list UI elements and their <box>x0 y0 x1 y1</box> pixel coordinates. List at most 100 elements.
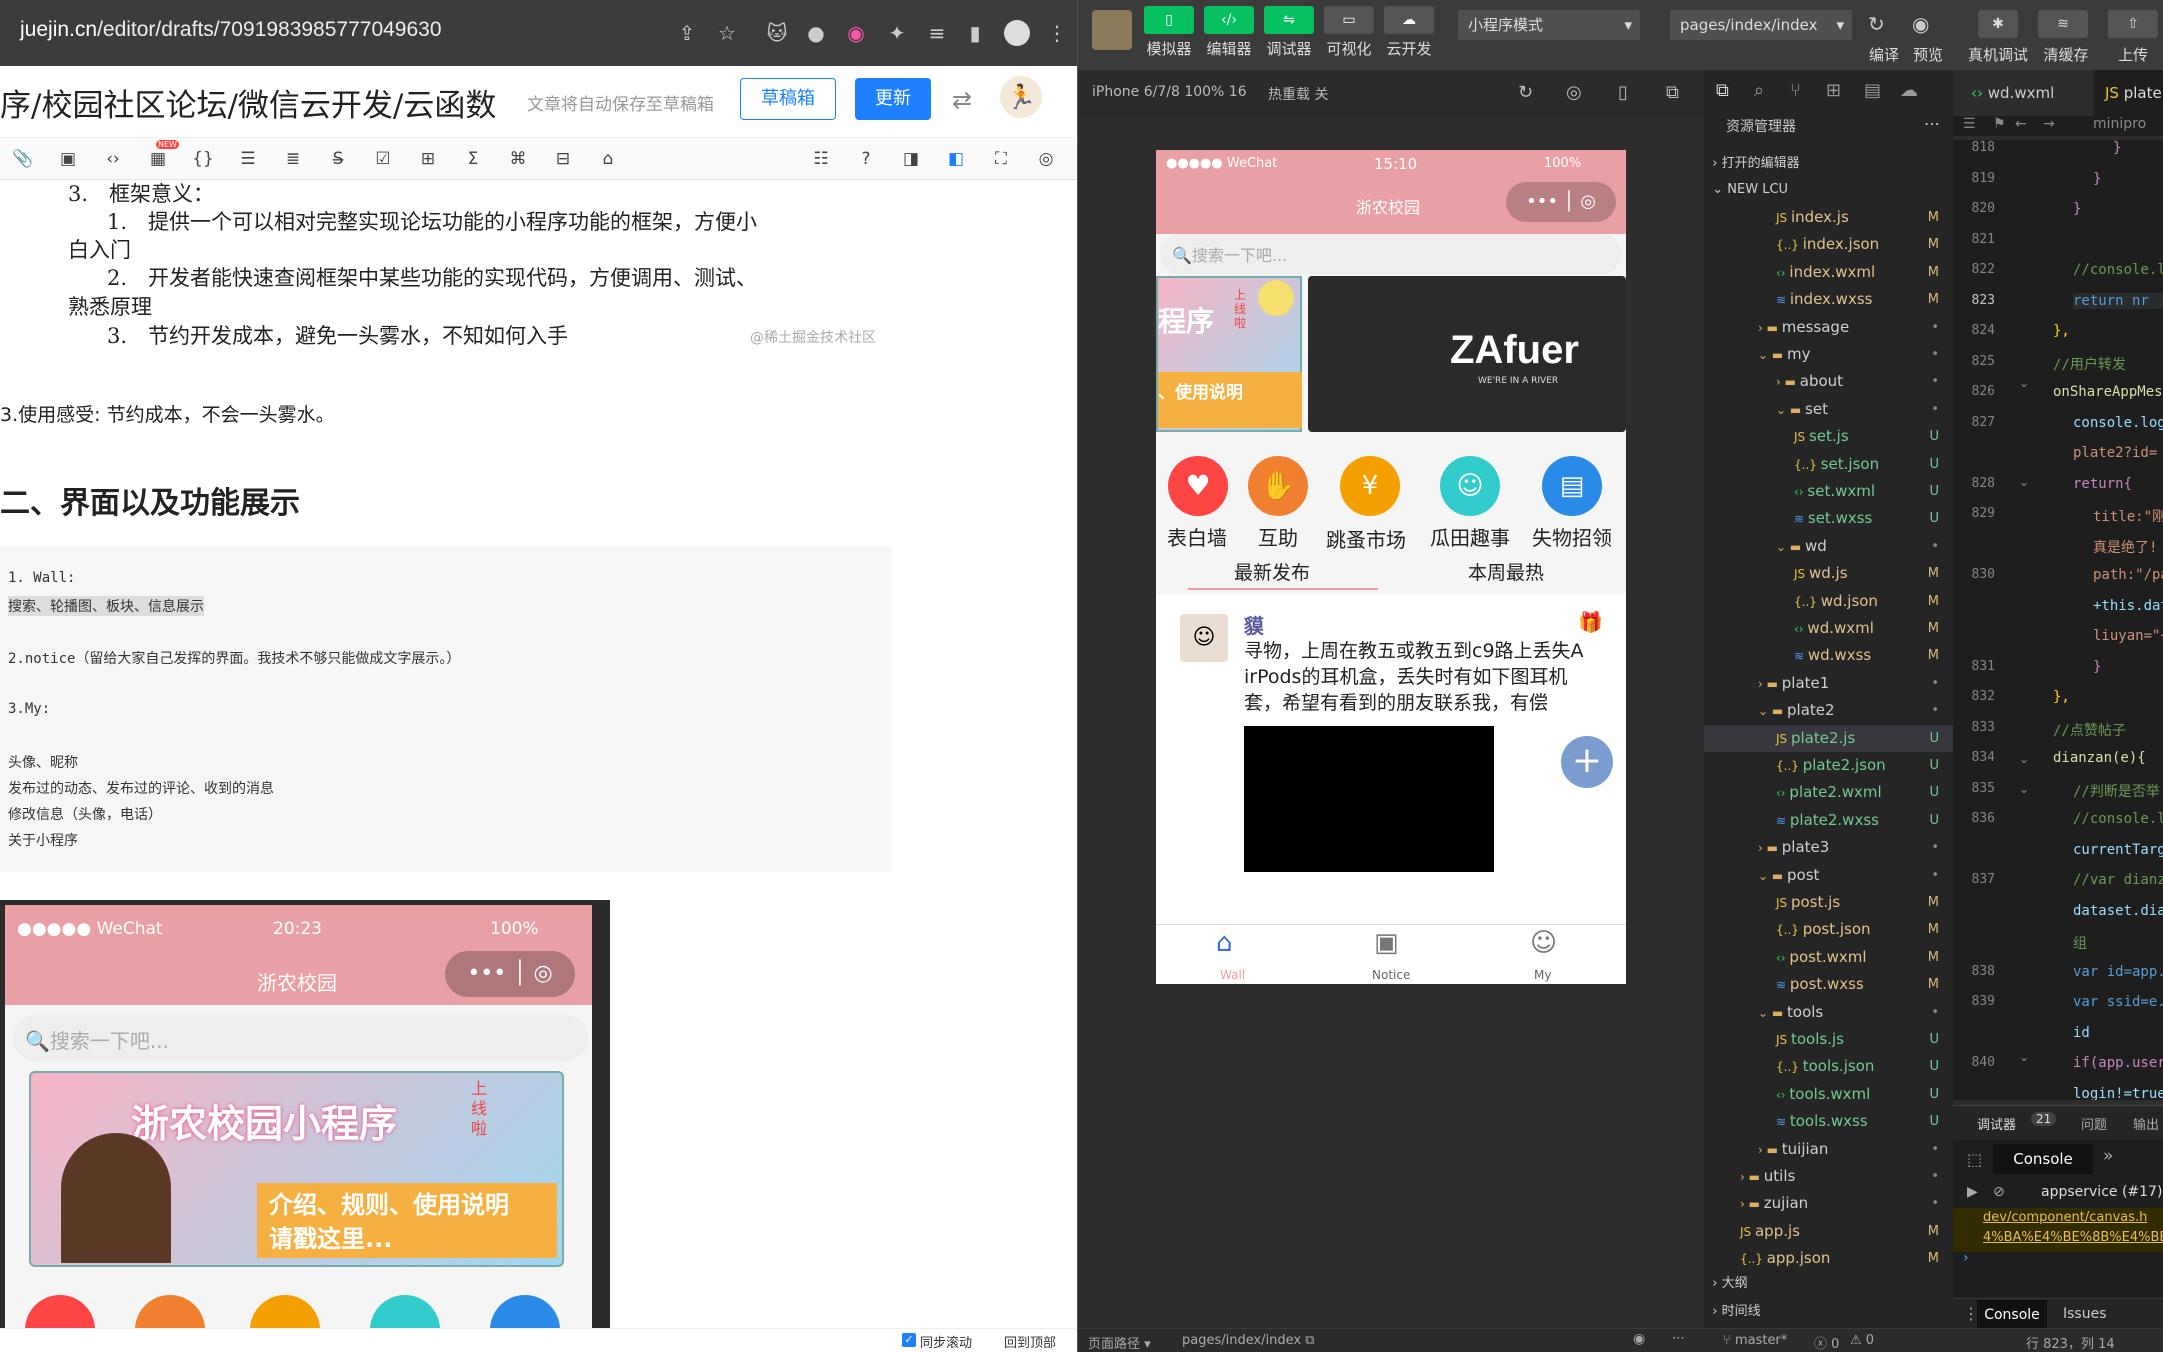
refresh-icon[interactable]: ↻ <box>1518 82 1533 103</box>
diagram-icon[interactable]: ⌘ <box>505 146 531 172</box>
home-icon[interactable]: ⌂ <box>1216 928 1233 958</box>
code-editor[interactable]: 818} 819} 820} 821 822 //console.l 823 return n… <box>1953 140 2163 1100</box>
code-line[interactable]: plate2?id= <box>2073 445 2157 461</box>
fold-icon[interactable]: ⌄ <box>2019 782 2029 796</box>
braces-icon[interactable]: {} <box>190 146 216 172</box>
simulator-button[interactable]: ▯ 模拟器 <box>1140 6 1198 59</box>
console-link[interactable]: dev/component/canvas.h <box>1983 1210 2147 1225</box>
tree-item[interactable]: {..} app.json M <box>1704 1245 1953 1272</box>
tree-item[interactable]: ⌄ ▬ tools • <box>1704 999 1953 1026</box>
more-icon[interactable]: ⋯ <box>1924 116 1940 133</box>
table-icon[interactable]: ⊞ <box>415 146 441 172</box>
tree-item[interactable]: {..} wd.json M <box>1704 588 1953 615</box>
hot-reload-toggle[interactable]: 热重载 关 <box>1268 84 1328 104</box>
update-button[interactable]: 更新 <box>855 78 931 120</box>
calendar-icon[interactable]: ▦ <box>145 146 171 172</box>
category-label[interactable]: 瓜田趣事 <box>1430 522 1510 551</box>
page-select[interactable]: pages/index/index ▾ <box>1670 10 1852 40</box>
category-label[interactable]: 表白墙 <box>1167 522 1227 551</box>
github-icon[interactable]: ◎ <box>1033 146 1059 172</box>
git-branch[interactable]: ⑂ master* <box>1723 1333 1787 1348</box>
star-icon[interactable]: ☆ <box>714 20 740 46</box>
upload-icon[interactable]: ⇧ <box>2108 10 2158 38</box>
compile-icon[interactable]: ↻ <box>1868 12 1885 36</box>
code-line[interactable]: path:"/pa <box>2093 567 2163 583</box>
tree-item[interactable]: ≋ set.wxss U <box>1704 505 1953 532</box>
tree-item[interactable]: › ▬ zujian • <box>1704 1190 1953 1217</box>
error-count[interactable]: ⓧ 0 <box>1814 1333 1839 1352</box>
layers-icon[interactable]: ≋ <box>2038 10 2088 38</box>
formula-icon[interactable]: Σ <box>460 146 486 172</box>
code-line[interactable]: //var dianz <box>2073 872 2163 888</box>
tree-item[interactable]: JS app.js M <box>1704 1218 1953 1245</box>
code-line[interactable]: login!=true <box>2073 1086 2163 1101</box>
post-video[interactable] <box>1244 726 1494 872</box>
attachment-icon[interactable]: 📎 <box>10 146 36 172</box>
tree-item[interactable]: ‹› plate2.wxml U <box>1704 779 1953 806</box>
bug-icon[interactable]: ✱ <box>1978 10 2018 38</box>
issues-tab[interactable]: Issues <box>2063 1306 2107 1322</box>
tree-item[interactable]: ‹› post.wxml M <box>1704 944 1953 971</box>
tree-item[interactable]: › ▬ message • <box>1704 314 1953 341</box>
capsule-menu-icon[interactable]: ••• │ ◎ <box>1506 182 1616 222</box>
strikethrough-icon[interactable]: S̶ <box>325 146 351 172</box>
tree-item[interactable]: ‹› set.wxml U <box>1704 478 1953 505</box>
tab-plate2-js[interactable]: JS plate <box>2095 70 2163 116</box>
extension-cat-icon[interactable]: 🐱 <box>764 20 790 46</box>
help-hands-icon[interactable]: ✋ <box>1248 456 1308 516</box>
page-path-label[interactable]: 页面路径 ▾ <box>1088 1333 1151 1352</box>
console-link[interactable]: 4%BA%E4%BE%8B%E4%BB%A3 <box>1983 1230 2163 1245</box>
profile-avatar[interactable] <box>1004 20 1030 46</box>
code-line[interactable]: title:"刚 <box>2093 506 2163 526</box>
clear-cache-button[interactable]: 清缓存 <box>2038 44 2094 65</box>
visual-button[interactable]: ▭ 可视化 <box>1320 6 1378 59</box>
code-line[interactable]: } <box>2093 659 2101 675</box>
code-line[interactable]: 真是绝了! <box>2093 537 2157 557</box>
stop-icon[interactable]: ◎ <box>1566 82 1582 103</box>
code-line[interactable]: }, <box>2053 323 2070 339</box>
extension-record-icon[interactable]: ◉ <box>843 20 869 46</box>
phone-icon[interactable]: ▯ <box>1618 82 1628 103</box>
extension-icon[interactable]: ● <box>803 20 829 46</box>
swiper-current[interactable]: ZAfuer WE'RE IN A RIVER <box>1308 276 1626 432</box>
more-tabs-icon[interactable]: » <box>2103 1146 2113 1166</box>
tree-item[interactable]: › ▬ plate3 • <box>1704 834 1953 861</box>
storage-icon[interactable]: ▤ <box>1864 80 1881 101</box>
share-icon[interactable]: ⇪ <box>674 20 700 46</box>
outline-section[interactable]: › 大纲 <box>1704 1270 1953 1297</box>
tree-item[interactable]: ‹› tools.wxml U <box>1704 1081 1953 1108</box>
preview-button[interactable]: 预览 <box>1908 44 1948 65</box>
code-line[interactable]: } <box>2113 140 2121 156</box>
tree-item[interactable]: ⌄ ▬ set • <box>1704 396 1953 423</box>
timeline-section[interactable]: › 时间线 <box>1704 1298 1953 1325</box>
code-line[interactable]: //console.l <box>2073 811 2163 827</box>
lost-box-icon[interactable]: ▤ <box>1542 456 1602 516</box>
files-icon[interactable]: ⧉ <box>1716 80 1729 101</box>
tree-item[interactable]: › ▬ plate1 • <box>1704 670 1953 697</box>
article-title-input[interactable]: 序/校园社区论坛/微信云开发/云函数 <box>0 80 496 125</box>
context-select[interactable]: appservice (#17) <box>2041 1184 2162 1200</box>
code-line[interactable]: var ssid=e. <box>2073 994 2163 1010</box>
tree-item[interactable]: ≋ tools.wxss U <box>1704 1108 1953 1135</box>
tree-item[interactable]: JS post.js M <box>1704 889 1953 916</box>
debugger-button[interactable]: ⇋ 调试器 <box>1260 6 1318 59</box>
tree-item[interactable]: ‹› wd.wxml M <box>1704 615 1953 642</box>
help-icon[interactable]: ? <box>853 146 879 172</box>
clear-console-icon[interactable]: ⊘ <box>1993 1184 2005 1200</box>
user-avatar[interactable] <box>1092 10 1132 50</box>
code-icon[interactable]: ‹› <box>100 146 126 172</box>
nav-wall[interactable]: Wall <box>1220 968 1245 982</box>
category-label[interactable]: 跳蚤市场 <box>1326 524 1406 553</box>
fold-icon[interactable]: ⌄ <box>2019 376 2029 390</box>
nav-notice[interactable]: Notice <box>1372 968 1410 982</box>
user-icon[interactable]: ☺ <box>1530 928 1557 958</box>
tree-item[interactable]: JS wd.js M <box>1704 560 1953 587</box>
eye-icon[interactable]: ◉ <box>1633 1331 1645 1347</box>
gift-icon[interactable]: 🎁 <box>1578 610 1603 634</box>
mode-select[interactable]: 小程序模式 ▾ <box>1458 10 1640 40</box>
tree-item[interactable]: ⌄ ▬ post • <box>1704 862 1953 889</box>
tree-item[interactable]: ⌄ ▬ my • <box>1704 341 1953 368</box>
tree-item[interactable]: {..} plate2.json U <box>1704 752 1953 779</box>
preview-icon[interactable]: ◉ <box>1912 12 1929 36</box>
code-line[interactable]: } <box>2093 171 2101 187</box>
